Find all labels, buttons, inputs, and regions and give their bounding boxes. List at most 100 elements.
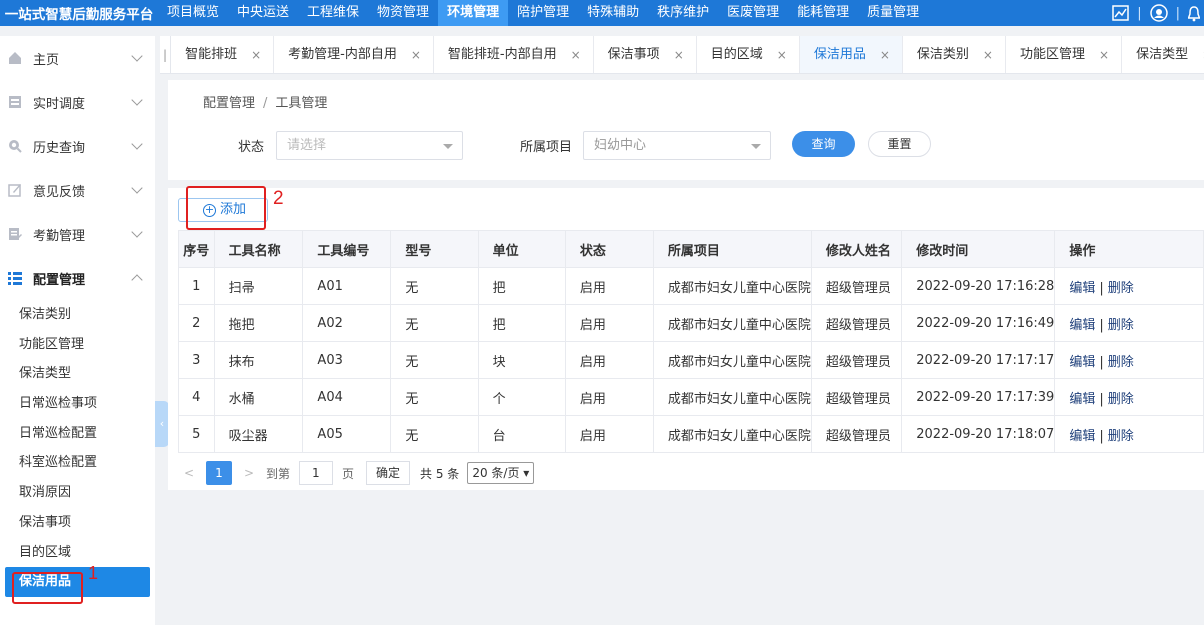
sidebar-subitem[interactable]: 保洁类型 [0, 359, 155, 389]
column-header: 修改人姓名 [810, 230, 903, 268]
close-icon[interactable]: × [983, 36, 993, 73]
sidebar-subitem[interactable]: 目的区域 [0, 538, 155, 568]
chart-icon[interactable] [1112, 5, 1129, 21]
top-nav-item[interactable]: 陪护管理 [508, 0, 578, 26]
tab[interactable]: 智能排班 × [171, 36, 275, 73]
tab[interactable]: 智能排班-内部自用 × [434, 36, 594, 73]
sidebar-subitem[interactable]: 日常巡检事项 [0, 389, 155, 419]
sidebar-collapse-handle[interactable]: ‹ [155, 401, 169, 447]
delete-link[interactable]: 删除 [1108, 392, 1134, 407]
top-nav-item[interactable]: 物资管理 [368, 0, 438, 26]
cell-code: A05 [302, 415, 392, 453]
column-header: 所属项目 [652, 230, 812, 268]
tab-active[interactable]: 保洁用品 × [799, 36, 903, 73]
sidebar-subitem[interactable]: 保洁事项 [0, 508, 155, 538]
sidebar-subitem[interactable]: 保洁类别 [0, 300, 155, 330]
tab[interactable]: 功能区管理 × [1006, 36, 1123, 73]
close-icon[interactable]: × [1099, 36, 1109, 73]
goto-confirm-button[interactable]: 确定 [366, 461, 411, 485]
top-nav-item[interactable]: 中央运送 [228, 0, 298, 26]
top-nav-item[interactable]: 特殊辅助 [578, 0, 648, 26]
breadcrumb-parent[interactable]: 配置管理 [203, 96, 255, 111]
tab[interactable]: 考勤管理-内部自用 × [274, 36, 434, 73]
breadcrumb-current: 工具管理 [275, 96, 328, 111]
cell-modifier: 超级管理员 [810, 415, 903, 453]
top-nav-item[interactable]: 项目概览 [158, 0, 228, 26]
filter-bar: 状态 请选择 所属项目 妇幼中心 查询 重置 [168, 122, 1204, 180]
delete-link[interactable]: 删除 [1108, 429, 1134, 444]
chevron-left-icon: ‹ [159, 417, 165, 430]
cell-code: A04 [302, 378, 392, 416]
top-nav-item[interactable]: 能耗管理 [788, 0, 858, 26]
cell-code: A01 [302, 267, 392, 305]
query-button[interactable]: 查询 [792, 131, 855, 157]
annotation-marker-2: 2 [273, 188, 284, 209]
close-icon[interactable]: × [777, 36, 787, 73]
delete-link[interactable]: 删除 [1108, 318, 1134, 333]
status-select[interactable]: 请选择 [276, 131, 463, 160]
sidebar-item-config[interactable]: 配置管理 [0, 256, 155, 300]
tab[interactable]: 保洁事项 × [594, 36, 697, 73]
sidebar-item-attendance[interactable]: 考勤管理 [0, 212, 155, 256]
user-icon[interactable] [1149, 4, 1168, 22]
sidebar-subitem[interactable]: 日常巡检配置 [0, 419, 155, 449]
sidebar-subitem[interactable]: 功能区管理 [0, 330, 155, 360]
close-icon[interactable]: × [251, 36, 261, 73]
prev-page-button[interactable]: < [178, 466, 200, 480]
cell-no: 2 [178, 304, 215, 342]
sidebar-item-label: 实时调度 [33, 96, 86, 112]
next-page-button[interactable]: > [238, 466, 260, 480]
edit-link[interactable]: 编辑 [1069, 392, 1095, 407]
delete-link[interactable]: 删除 [1108, 281, 1134, 296]
cell-model: 无 [390, 267, 479, 305]
pagination: < 1 > 到第 1 页 确定 共 5 条 20 条/页 ▾ [178, 461, 535, 485]
sidebar-item-label: 意见反馈 [33, 184, 86, 200]
edit-link[interactable]: 编辑 [1069, 355, 1095, 370]
top-nav-item-active[interactable]: 环境管理 [438, 0, 509, 26]
top-icons: | | [1112, 0, 1204, 26]
sidebar: 主页 实时调度 历史查询 意见反馈 考勤管理 配置管理 保洁类别 功能区管理 保… [0, 36, 155, 625]
cell-status[interactable]: 启用 [564, 304, 654, 342]
top-nav-item[interactable]: 医废管理 [718, 0, 788, 26]
tab[interactable]: 保洁类型× [1122, 36, 1204, 73]
cell-unit: 块 [477, 341, 566, 379]
edit-link[interactable]: 编辑 [1069, 318, 1095, 333]
cell-modifier: 超级管理员 [810, 378, 903, 416]
close-icon[interactable]: × [674, 36, 684, 73]
annotation-marker-1: 1 [88, 563, 99, 583]
close-icon[interactable]: × [411, 36, 421, 73]
goto-page-input[interactable]: 1 [299, 461, 334, 485]
cell-name: 抹布 [213, 341, 304, 379]
page-number-current[interactable]: 1 [206, 461, 232, 485]
tabs-scroll-left-button[interactable]: |< [160, 36, 172, 73]
cell-status[interactable]: 启用 [564, 378, 654, 416]
close-icon[interactable]: × [880, 36, 890, 73]
tab[interactable]: 保洁类别 × [903, 36, 1006, 73]
top-nav-item[interactable]: 秩序维护 [648, 0, 718, 26]
cell-status[interactable]: 启用 [564, 267, 654, 305]
edit-link[interactable]: 编辑 [1069, 281, 1095, 296]
sidebar-subitem[interactable]: 取消原因 [0, 478, 155, 508]
top-nav-item[interactable]: 工程维保 [298, 0, 368, 26]
status-select-placeholder: 请选择 [287, 138, 327, 153]
sidebar-item-home[interactable]: 主页 [0, 36, 155, 80]
reset-button[interactable]: 重置 [868, 131, 931, 157]
sidebar-subitem[interactable]: 科室巡检配置 [0, 448, 155, 478]
close-icon[interactable]: × [571, 36, 581, 73]
page-size-select[interactable]: 20 条/页 ▾ [467, 462, 535, 484]
project-filter-label: 所属项目 [520, 140, 573, 155]
delete-link[interactable]: 删除 [1108, 355, 1134, 370]
cell-status[interactable]: 启用 [564, 341, 654, 379]
edit-link[interactable]: 编辑 [1069, 429, 1095, 444]
sidebar-item-dispatch[interactable]: 实时调度 [0, 80, 155, 124]
table-row: 3 抹布 A03 无 块 启用 成都市妇女儿童中心医院 超级管理员 2022-0… [178, 341, 1204, 379]
project-select[interactable]: 妇幼中心 [583, 131, 771, 160]
top-nav-item[interactable]: 质量管理 [858, 0, 928, 26]
tab[interactable]: 目的区域 × [697, 36, 800, 73]
sidebar-item-feedback[interactable]: 意见反馈 [0, 168, 155, 212]
feedback-icon [8, 183, 22, 197]
sidebar-item-history[interactable]: 历史查询 [0, 124, 155, 168]
bell-icon[interactable] [1188, 5, 1200, 22]
status-filter-label: 状态 [238, 140, 265, 155]
cell-status[interactable]: 启用 [564, 415, 654, 453]
